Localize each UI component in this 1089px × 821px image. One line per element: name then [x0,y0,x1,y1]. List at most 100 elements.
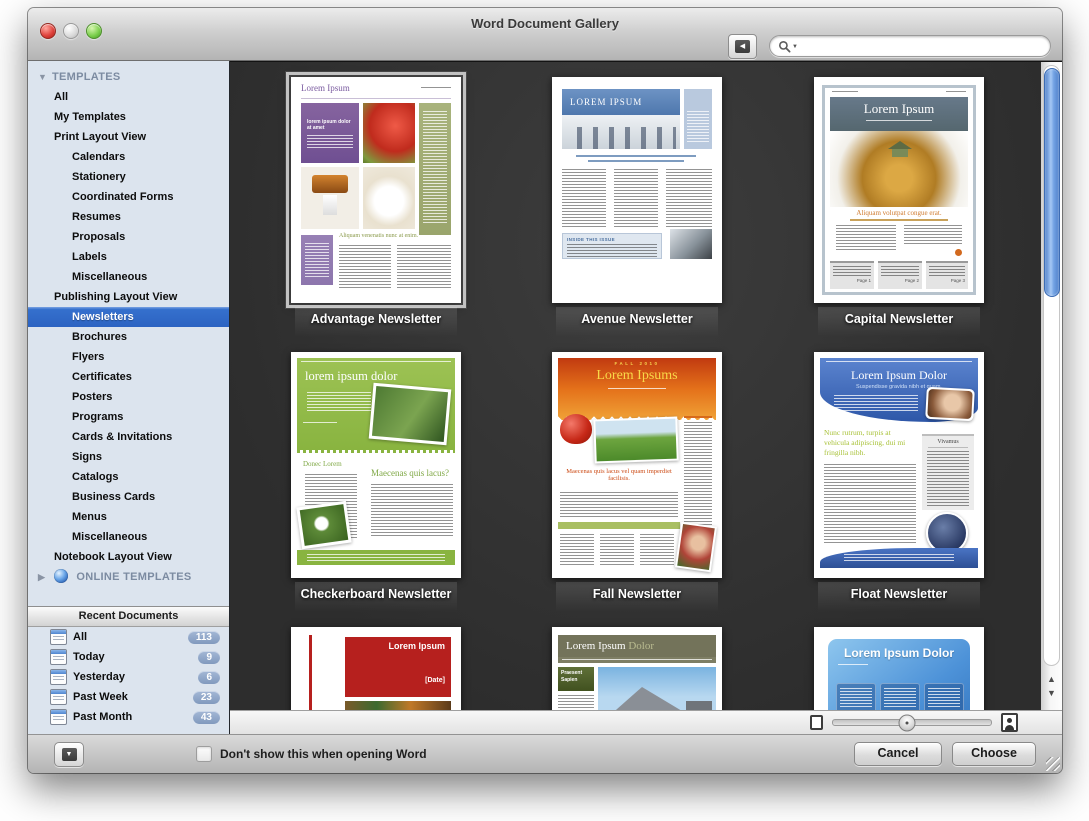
child-photo [675,522,717,573]
template-card-capital[interactable]: Lorem Ipsum Aliquam volutpat congue erat… [814,77,984,326]
zoom-button[interactable] [86,23,102,39]
column-title: Donec Lorem [303,460,342,468]
newsletter-heading: Nunc rutrum, turpis at vehicula adipisci… [824,428,916,457]
apple-photo [560,414,592,444]
recent-item-past-week[interactable]: Past Week 23 [28,687,229,707]
search-field[interactable]: ▼ [769,35,1051,57]
recent-item-today[interactable]: Today 9 [28,647,229,667]
template-label: Advantage Newsletter [291,312,461,326]
sidebar-item-flyers[interactable]: Flyers [28,347,229,367]
sidebar-item-cards-invitations[interactable]: Cards & Invitations [28,427,229,447]
sidebar-toggle-button[interactable]: ◀ [728,34,757,59]
small-thumbnail-icon[interactable] [810,715,823,730]
sidebar-item-catalogs[interactable]: Catalogs [28,467,229,487]
online-templates-label: ONLINE TEMPLATES [76,571,191,583]
template-label: Float Newsletter [814,587,984,601]
sidebar-item-print-layout-view[interactable]: Print Layout View [28,127,229,147]
template-card-partial-3[interactable]: Lorem Ipsum Dolor [814,627,984,710]
calendar-icon [50,709,67,725]
traffic-lights [40,23,102,39]
sidebar-item-calendars[interactable]: Calendars [28,147,229,167]
template-card-float[interactable]: Lorem Ipsum Dolor Suspendisse gravida ni… [814,352,984,601]
template-thumbnail[interactable]: Lorem Ipsum lorem ipsum dolor at amet [291,77,461,303]
sidebar-item-coordinated-forms[interactable]: Coordinated Forms [28,187,229,207]
template-card-fall[interactable]: FALL 2010 Lorem Ipsums Maecen [552,352,722,601]
template-card-advantage[interactable]: Lorem Ipsum lorem ipsum dolor at amet [291,77,461,326]
details-disclosure-button[interactable]: ▼ [54,742,84,767]
sidebar-item-all[interactable]: All [28,87,229,107]
people-photo [562,115,680,149]
newsletter-title: Lorem Ipsums [558,368,716,384]
template-label: Fall Newsletter [552,587,722,601]
template-thumbnail[interactable]: Lorem Ipsum Aliquam volutpat congue erat… [814,77,984,303]
sidebar-item-my-templates[interactable]: My Templates [28,107,229,127]
size-slider-thumb[interactable] [899,714,916,731]
recent-item-label: Yesterday [73,671,198,683]
right-info-box [684,89,712,149]
inside-this-issue-box: INSIDE THIS ISSUE [562,233,662,259]
scroll-down-arrow[interactable]: ▼ [1041,688,1062,698]
sidebar-item-brochures[interactable]: Brochures [28,327,229,347]
template-thumbnail[interactable]: Lorem Ipsum Dolor Praesent Sapien [552,627,722,710]
recent-item-past-month[interactable]: Past Month 43 [28,707,229,727]
newsletter-heading: Aliquam volutpat congue erat. [830,209,968,217]
templates-section-header[interactable]: ▼ TEMPLATES [28,67,229,87]
blue-footer [820,548,978,568]
search-icon [778,40,791,53]
sidebar-item-certificates[interactable]: Certificates [28,367,229,387]
template-thumbnail[interactable]: LOREM IPSUM [552,77,722,303]
template-thumbnail[interactable]: Lorem Ipsum [Date] [291,627,461,710]
newsletter-title: Lorem Ipsum [345,637,451,651]
template-card-checkerboard[interactable]: lorem ipsum dolor Donec Lorem Maecenas q… [291,352,461,601]
choose-button[interactable]: Choose [952,742,1036,766]
template-thumbnail[interactable]: Lorem Ipsum Dolor [814,627,984,710]
template-thumbnail[interactable]: Lorem Ipsum Dolor Suspendisse gravida ni… [814,352,984,578]
sidebar-item-resumes[interactable]: Resumes [28,207,229,227]
vertical-scrollbar[interactable]: ▲ ▼ [1041,61,1062,710]
template-thumbnail[interactable]: lorem ipsum dolor Donec Lorem Maecenas q… [291,352,461,578]
template-card-partial-1[interactable]: Lorem Ipsum [Date] [291,627,461,710]
recent-item-yesterday[interactable]: Yesterday 6 [28,667,229,687]
minimize-button[interactable] [63,23,79,39]
sidebar-item-menus[interactable]: Menus [28,507,229,527]
sidebar-item-posters[interactable]: Posters [28,387,229,407]
close-button[interactable] [40,23,56,39]
recent-item-all[interactable]: All 113 [28,627,229,647]
online-templates-section-header[interactable]: ▶ ONLINE TEMPLATES [28,567,229,587]
search-input[interactable] [802,36,1042,56]
sidebar-item-notebook-layout-view[interactable]: Notebook Layout View [28,547,229,567]
search-scope-chevron-icon[interactable]: ▼ [792,44,798,50]
cancel-button[interactable]: Cancel [854,742,942,766]
dont-show-checkbox[interactable] [196,746,212,762]
praesent-box: Praesent Sapien [558,667,594,691]
sidebar-item-programs[interactable]: Programs [28,407,229,427]
newsletter-title: Lorem Ipsum [301,83,350,93]
sidebar-item-labels[interactable]: Labels [28,247,229,267]
title-bar[interactable]: Word Document Gallery ◀ ▼ [28,8,1062,61]
sidebar-item-business-cards[interactable]: Business Cards [28,487,229,507]
kids-photo [593,417,678,464]
templates-header-label: TEMPLATES [52,71,121,83]
calendar-icon [50,649,67,665]
resize-grip[interactable] [1046,757,1060,771]
sidebar-item-stationery[interactable]: Stationery [28,167,229,187]
template-card-avenue[interactable]: LOREM IPSUM [552,77,722,326]
recent-count-badge: 6 [198,671,220,684]
sidebar-item-proposals[interactable]: Proposals [28,227,229,247]
sidebar-item-newsletters-selected[interactable]: Newsletters [28,307,229,327]
scrollbar-thumb[interactable] [1044,68,1060,297]
template-card-partial-2[interactable]: Lorem Ipsum Dolor Praesent Sapien [552,627,722,710]
sidebar-item-publishing-layout-view[interactable]: Publishing Layout View [28,287,229,307]
scroll-up-arrow[interactable]: ▲ [1041,674,1062,684]
template-label: Checkerboard Newsletter [291,587,461,601]
template-thumbnail[interactable]: FALL 2010 Lorem Ipsums Maecen [552,352,722,578]
size-slider-track[interactable] [832,719,992,726]
sidebar-item-miscellaneous-print[interactable]: Miscellaneous [28,267,229,287]
newsletter-title: Lorem Ipsum [566,640,626,652]
sidebar-item-signs[interactable]: Signs [28,447,229,467]
recent-count-badge: 43 [193,711,220,724]
box-title: Praesent Sapien [558,667,587,683]
woman-photo [925,387,975,421]
large-thumbnail-icon[interactable] [1001,713,1018,732]
sidebar-item-miscellaneous-publishing[interactable]: Miscellaneous [28,527,229,547]
